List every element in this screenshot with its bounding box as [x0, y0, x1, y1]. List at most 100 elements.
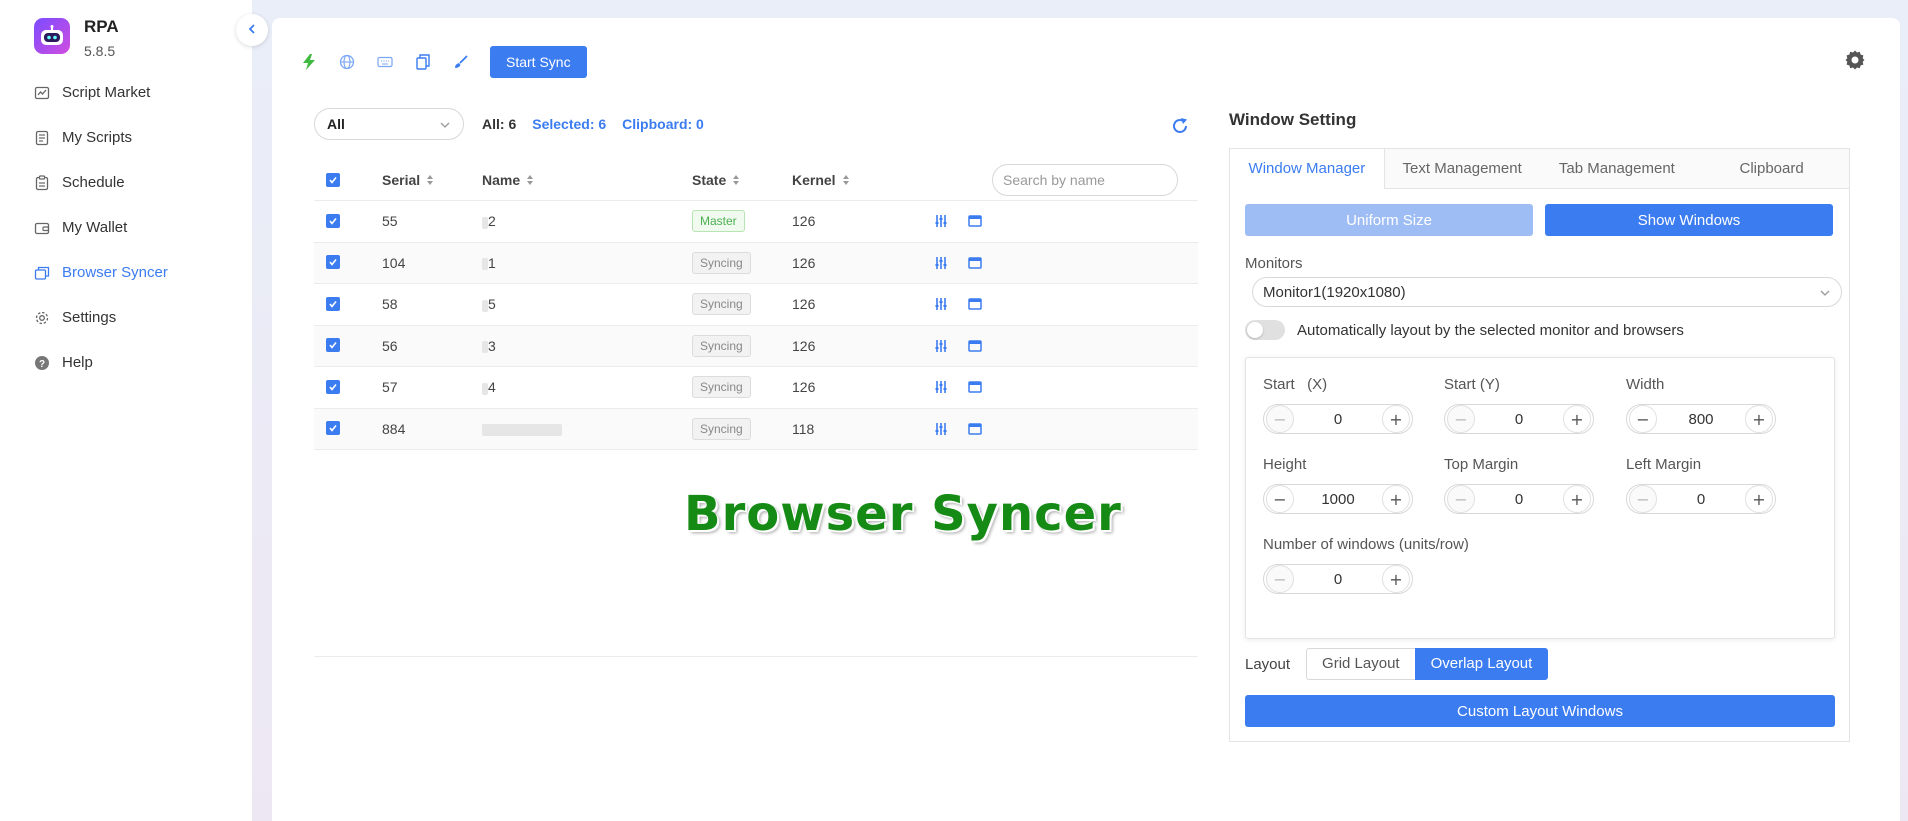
table-row[interactable]: 56 3 Syncing 126: [314, 325, 1198, 367]
minus-icon[interactable]: −: [1629, 405, 1657, 433]
chevron-left-icon: [246, 22, 258, 39]
sidebar-item-browser-syncer[interactable]: Browser Syncer: [0, 250, 252, 295]
start-sync-button[interactable]: Start Sync: [490, 46, 587, 78]
tab-text-management[interactable]: Text Management: [1385, 149, 1540, 188]
select-all-checkbox[interactable]: [326, 172, 340, 187]
start-y-value[interactable]: 0: [1475, 411, 1563, 428]
top-margin-value[interactable]: 0: [1475, 491, 1563, 508]
minus-icon[interactable]: −: [1629, 485, 1657, 513]
show-windows-button[interactable]: Show Windows: [1545, 204, 1833, 236]
minus-icon[interactable]: −: [1266, 565, 1294, 593]
chevron-down-icon: [439, 116, 451, 132]
table-row[interactable]: 104 1 Syncing 126: [314, 242, 1198, 284]
globe-icon[interactable]: [338, 53, 356, 71]
plus-icon[interactable]: +: [1563, 485, 1591, 513]
height-value[interactable]: 1000: [1294, 491, 1382, 508]
minus-icon[interactable]: −: [1447, 405, 1475, 433]
sidebar-item-label: Script Market: [62, 84, 151, 101]
window-icon[interactable]: [968, 215, 982, 227]
row-checkbox[interactable]: [326, 213, 340, 228]
settings-gear-icon[interactable]: [1844, 49, 1866, 75]
plus-icon[interactable]: +: [1563, 405, 1591, 433]
row-actions: [934, 214, 1140, 228]
row-checkbox[interactable]: [326, 338, 340, 353]
window-icon[interactable]: [968, 340, 982, 352]
keyboard-icon[interactable]: [376, 53, 394, 71]
minus-icon[interactable]: −: [1266, 405, 1294, 433]
sidebar-item-help[interactable]: ? Help: [0, 340, 252, 385]
windows-per-row-label: Number of windows (units/row): [1263, 536, 1469, 553]
custom-layout-windows-button[interactable]: Custom Layout Windows: [1245, 695, 1835, 727]
left-margin-label: Left Margin: [1626, 456, 1702, 473]
row-checkbox[interactable]: [326, 421, 340, 436]
table-row[interactable]: 55 2 Master 126: [314, 201, 1198, 243]
window-icon[interactable]: [968, 298, 982, 310]
group-select-value: All: [327, 116, 345, 132]
window-icon[interactable]: [968, 423, 982, 435]
uniform-size-button[interactable]: Uniform Size: [1245, 204, 1533, 236]
sidebar-item-label: Browser Syncer: [62, 264, 168, 281]
column-state-label: State: [692, 172, 727, 188]
window-icon[interactable]: [968, 381, 982, 393]
adjust-sliders-icon[interactable]: [934, 256, 948, 270]
table-row[interactable]: 58 5 Syncing 126: [314, 284, 1198, 326]
start-x-field: Start (X) − 0 +: [1263, 376, 1413, 434]
refresh-icon[interactable]: [1170, 116, 1190, 140]
width-value[interactable]: 800: [1657, 411, 1745, 428]
table-row[interactable]: 57 4 Syncing 126: [314, 367, 1198, 409]
brush-icon[interactable]: [452, 53, 470, 71]
sidebar-item-schedule[interactable]: Schedule: [0, 160, 252, 205]
windows-per-row-value[interactable]: 0: [1294, 571, 1382, 588]
left-margin-value[interactable]: 0: [1657, 491, 1745, 508]
overlap-layout-button[interactable]: Overlap Layout: [1414, 648, 1549, 680]
tab-clipboard[interactable]: Clipboard: [1694, 149, 1849, 188]
collapse-sidebar-button[interactable]: [236, 14, 268, 46]
plus-icon[interactable]: +: [1382, 405, 1410, 433]
monitor-select[interactable]: Monitor1(1920x1080): [1252, 277, 1842, 307]
table-header: Serial Name State Kernel: [314, 160, 1198, 201]
column-state[interactable]: State: [692, 172, 792, 188]
row-name-text: 2: [488, 213, 496, 230]
sidebar-item-script-market[interactable]: Script Market: [0, 70, 252, 115]
sidebar-item-my-wallet[interactable]: My Wallet: [0, 205, 252, 250]
row-checkbox[interactable]: [326, 379, 340, 394]
start-x-value[interactable]: 0: [1294, 411, 1382, 428]
table-bottom-divider: [314, 656, 1198, 657]
table-row[interactable]: 884 Syncing 118: [314, 408, 1198, 450]
minus-icon[interactable]: −: [1266, 485, 1294, 513]
copy-icon[interactable]: [414, 53, 432, 71]
sidebar-item-settings[interactable]: Settings: [0, 295, 252, 340]
adjust-sliders-icon[interactable]: [934, 422, 948, 436]
adjust-sliders-icon[interactable]: [934, 339, 948, 353]
lightning-icon[interactable]: [300, 53, 318, 71]
plus-icon[interactable]: +: [1745, 405, 1773, 433]
window-icon[interactable]: [968, 257, 982, 269]
tab-window-manager[interactable]: Window Manager: [1230, 149, 1385, 189]
sidebar-item-my-scripts[interactable]: My Scripts: [0, 115, 252, 160]
start-x-label: Start (X): [1263, 376, 1328, 393]
column-name[interactable]: Name: [482, 172, 692, 188]
plus-icon[interactable]: +: [1382, 565, 1410, 593]
selected-count[interactable]: Selected: 6: [532, 116, 606, 132]
adjust-sliders-icon[interactable]: [934, 297, 948, 311]
row-checkbox[interactable]: [326, 296, 340, 311]
start-y-stepper: − 0 +: [1444, 404, 1594, 434]
clipboard-count[interactable]: Clipboard: 0: [622, 116, 704, 132]
state-badge: Master: [692, 210, 745, 233]
plus-icon[interactable]: +: [1745, 485, 1773, 513]
row-checkbox[interactable]: [326, 255, 340, 270]
minus-icon[interactable]: −: [1447, 485, 1475, 513]
app-version: 5.8.5: [84, 43, 116, 59]
grid-layout-button[interactable]: Grid Layout: [1306, 648, 1415, 680]
search-input[interactable]: [992, 164, 1178, 196]
row-name: 3: [482, 338, 692, 354]
adjust-sliders-icon[interactable]: [934, 214, 948, 228]
auto-layout-toggle[interactable]: [1245, 320, 1285, 340]
watermark-text: Browser Syncer: [684, 486, 1122, 542]
group-select[interactable]: All: [314, 108, 464, 140]
tab-tab-management[interactable]: Tab Management: [1540, 149, 1695, 188]
plus-icon[interactable]: +: [1382, 485, 1410, 513]
adjust-sliders-icon[interactable]: [934, 380, 948, 394]
column-serial[interactable]: Serial: [382, 172, 482, 188]
profiles-table: Serial Name State Kernel 55 2 Master 126…: [314, 160, 1198, 450]
